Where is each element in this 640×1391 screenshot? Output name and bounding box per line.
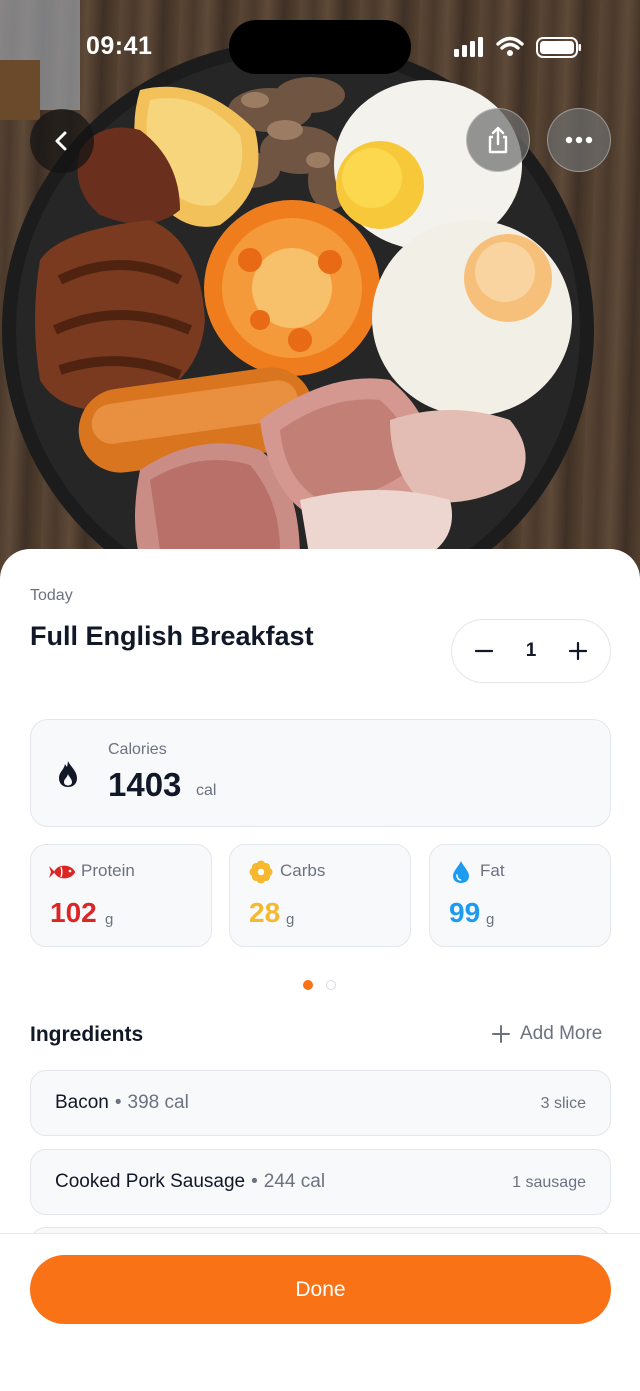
done-button[interactable]: Done [30, 1255, 611, 1324]
minus-icon [475, 649, 493, 653]
calories-unit: cal [196, 782, 217, 799]
breakfast-plate-illustration [0, 0, 594, 600]
bottom-action-bar: Done [0, 1233, 640, 1391]
protein-label: Protein [81, 861, 135, 880]
calories-value: 1403 [108, 766, 182, 803]
plus-icon [492, 1025, 510, 1043]
more-options-button[interactable] [547, 108, 611, 172]
separator-dot: • [251, 1171, 258, 1192]
calories-card[interactable]: Calories 1403 cal [30, 719, 611, 827]
water-drop-icon [447, 860, 475, 884]
flame-icon [59, 761, 77, 787]
fat-value: 99 [449, 897, 481, 928]
ingredient-calories: 244 cal [263, 1171, 326, 1192]
add-more-button[interactable]: Add More [491, 1023, 602, 1045]
quantity-value: 1 [525, 640, 537, 661]
ingredient-name: Bacon [55, 1092, 109, 1113]
fish-icon [48, 860, 76, 884]
carbs-unit: g [286, 911, 295, 928]
share-button[interactable] [466, 108, 530, 172]
separator-dot: • [114, 1092, 122, 1113]
ingredients-heading: Ingredients [30, 1023, 144, 1046]
chevron-left-icon [55, 131, 67, 151]
increase-quantity-button[interactable] [566, 639, 590, 663]
signal-wifi-battery-icon [454, 36, 581, 58]
status-icons [452, 34, 582, 60]
dynamic-island [229, 20, 411, 74]
quantity-stepper: 1 [451, 619, 611, 683]
decrease-quantity-button[interactable] [472, 639, 496, 663]
meal-detail-sheet: Today Full English Breakfast 1 Calories … [0, 549, 640, 1391]
carbs-card[interactable]: Carbs 28 g [229, 844, 411, 947]
ingredient-quantity: 3 slice [540, 1095, 586, 1112]
ingredient-row[interactable]: Cooked Pork Sausage • 244 cal 1 sausage [30, 1149, 611, 1215]
fat-unit: g [486, 911, 495, 928]
protein-card[interactable]: Protein 102 g [30, 844, 212, 947]
flower-icon [247, 860, 275, 884]
fat-card[interactable]: Fat 99 g [429, 844, 611, 947]
protein-value: 102 [50, 897, 97, 928]
ingredient-quantity: 1 sausage [512, 1174, 586, 1191]
ingredient-calories: 398 cal [127, 1092, 189, 1113]
calories-label: Calories [108, 741, 167, 758]
page-dot[interactable] [326, 980, 336, 990]
ellipsis-icon [565, 136, 593, 144]
status-time: 09:41 [86, 32, 153, 60]
page-indicator[interactable] [303, 980, 336, 990]
meal-title: Full English Breakfast [30, 621, 314, 651]
back-button[interactable] [30, 109, 94, 173]
page-dot-active[interactable] [303, 980, 313, 990]
carbs-value: 28 [249, 897, 281, 928]
meal-date: Today [30, 587, 73, 604]
add-more-label: Add More [520, 1023, 603, 1044]
plus-icon [568, 642, 587, 660]
hero-photo [0, 0, 640, 600]
ingredient-name: Cooked Pork Sausage [55, 1171, 246, 1192]
fat-label: Fat [480, 861, 505, 880]
carbs-label: Carbs [280, 861, 326, 880]
ingredient-row[interactable]: Bacon • 398 cal 3 slice [30, 1070, 611, 1136]
share-icon [488, 126, 508, 154]
protein-unit: g [105, 911, 114, 928]
